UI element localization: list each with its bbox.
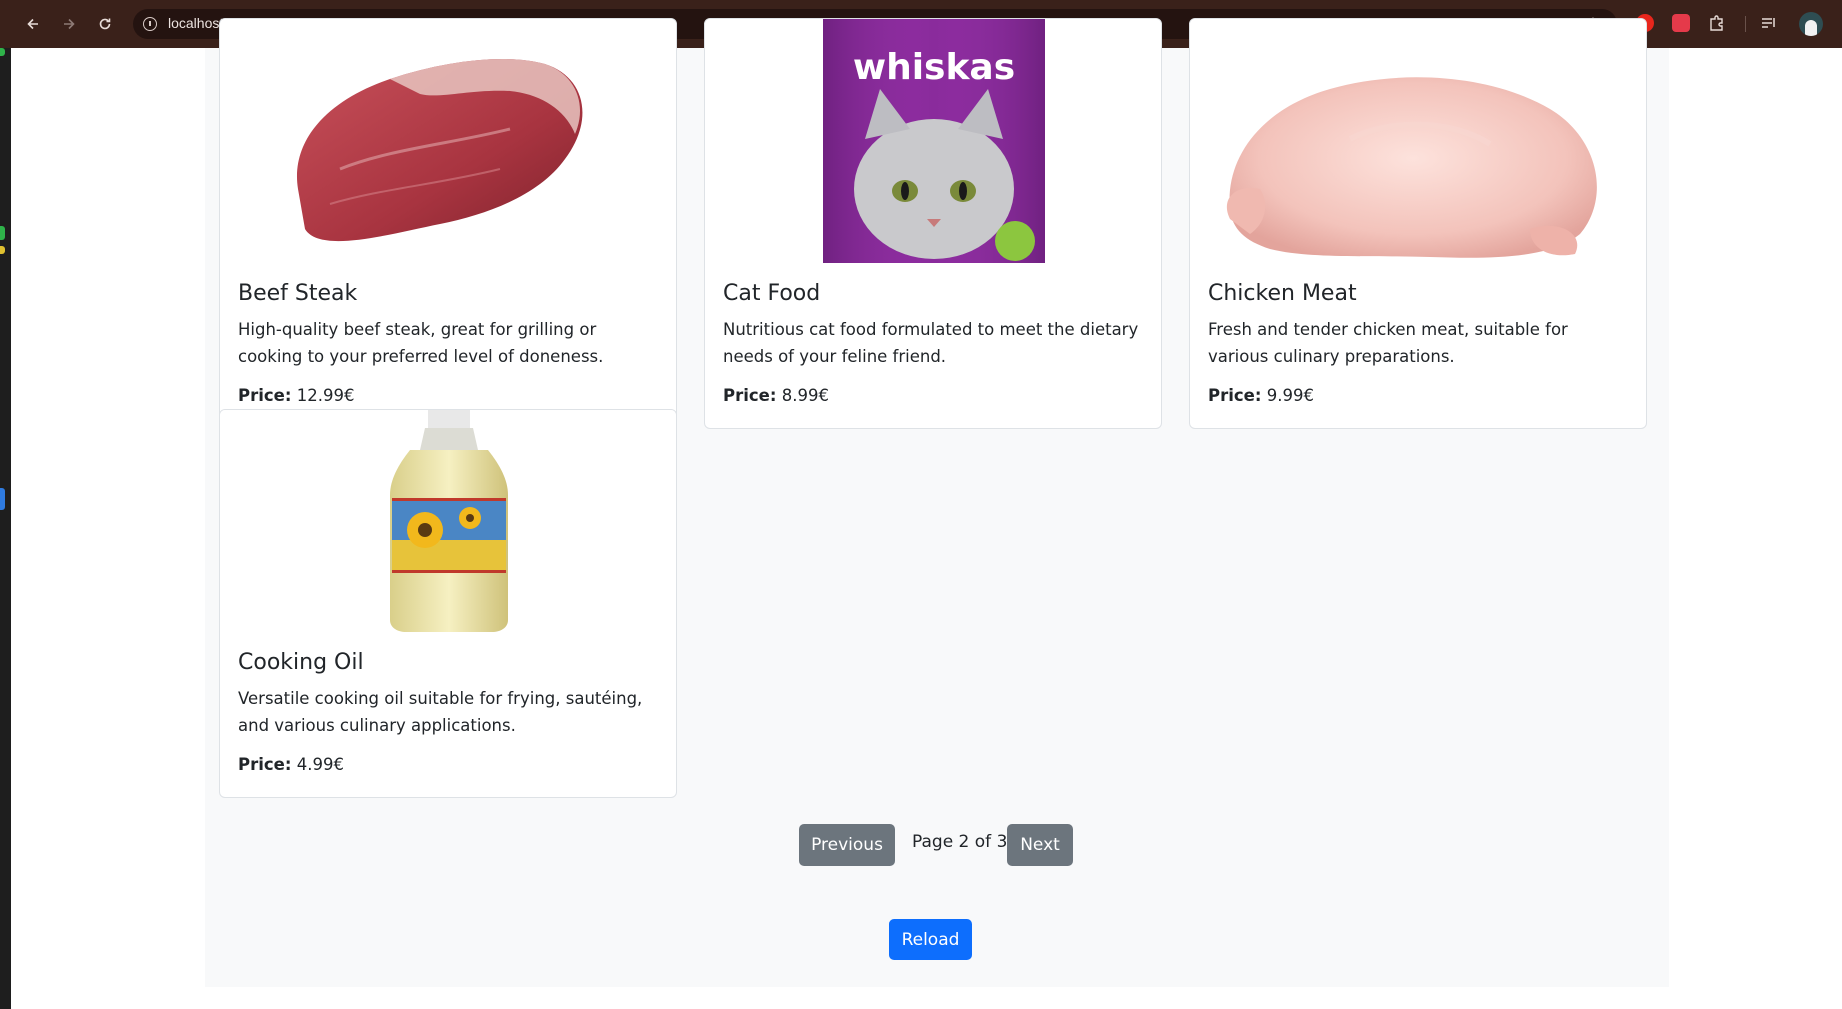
product-card: Beef Steak High-quality beef steak, grea… [219, 18, 677, 429]
price-value: 9.99€ [1266, 386, 1314, 405]
cat-food-image: whiskas [705, 19, 1161, 263]
price-label: Price: [238, 386, 292, 405]
toolbar-divider [1745, 16, 1746, 32]
product-description: Nutritious cat food formulated to meet t… [723, 320, 1139, 366]
product-card: whiskas Cat Food Nutritious cat food for… [704, 18, 1162, 429]
price-value: 12.99€ [296, 386, 355, 405]
product-description: High-quality beef steak, great for grill… [238, 320, 604, 366]
whiskas-logo-text: whiskas [853, 47, 1015, 88]
product-price: Price: 8.99€ [723, 386, 1143, 405]
price-label: Price: [723, 386, 777, 405]
product-card: Chicken Meat Fresh and tender chicken me… [1189, 18, 1647, 429]
product-name: Cat Food [723, 281, 821, 306]
product-price: Price: 12.99€ [238, 386, 658, 405]
chicken-meat-image [1190, 19, 1646, 263]
price-label: Price: [1208, 386, 1262, 405]
site-info-icon[interactable] [143, 17, 157, 31]
cooking-oil-image [220, 410, 676, 632]
product-description: Versatile cooking oil suitable for fryin… [238, 689, 643, 735]
product-name: Beef Steak [238, 281, 358, 306]
extensions-puzzle-icon[interactable] [1708, 14, 1726, 32]
forward-icon[interactable] [57, 12, 81, 36]
product-name: Chicken Meat [1208, 281, 1357, 306]
product-price: Price: 4.99€ [238, 755, 658, 774]
products-container: Beef Steak High-quality beef steak, grea… [205, 18, 1669, 987]
reading-list-icon[interactable] [1760, 14, 1778, 32]
os-side-strip [0, 48, 11, 1009]
extension-dice-icon[interactable] [1672, 14, 1690, 32]
reload-page-icon[interactable] [93, 12, 117, 36]
reload-button[interactable]: Reload [889, 919, 972, 960]
pagination: Previous Page 2 of 3 Next [205, 824, 1669, 866]
price-value: 4.99€ [296, 755, 344, 774]
previous-page-button[interactable]: Previous [799, 824, 895, 866]
web-page: Beef Steak High-quality beef steak, grea… [11, 18, 1842, 1009]
product-price: Price: 9.99€ [1208, 386, 1628, 405]
page-indicator: Page 2 of 3 [912, 832, 1008, 852]
product-name: Cooking Oil [238, 650, 364, 675]
product-description: Fresh and tender chicken meat, suitable … [1208, 320, 1568, 366]
product-card: Cooking Oil Versatile cooking oil suitab… [219, 409, 677, 798]
price-label: Price: [238, 755, 292, 774]
back-icon[interactable] [21, 12, 45, 36]
beef-steak-image [220, 19, 676, 263]
next-page-button[interactable]: Next [1007, 824, 1073, 866]
profile-avatar[interactable] [1799, 12, 1823, 36]
price-value: 8.99€ [781, 386, 829, 405]
